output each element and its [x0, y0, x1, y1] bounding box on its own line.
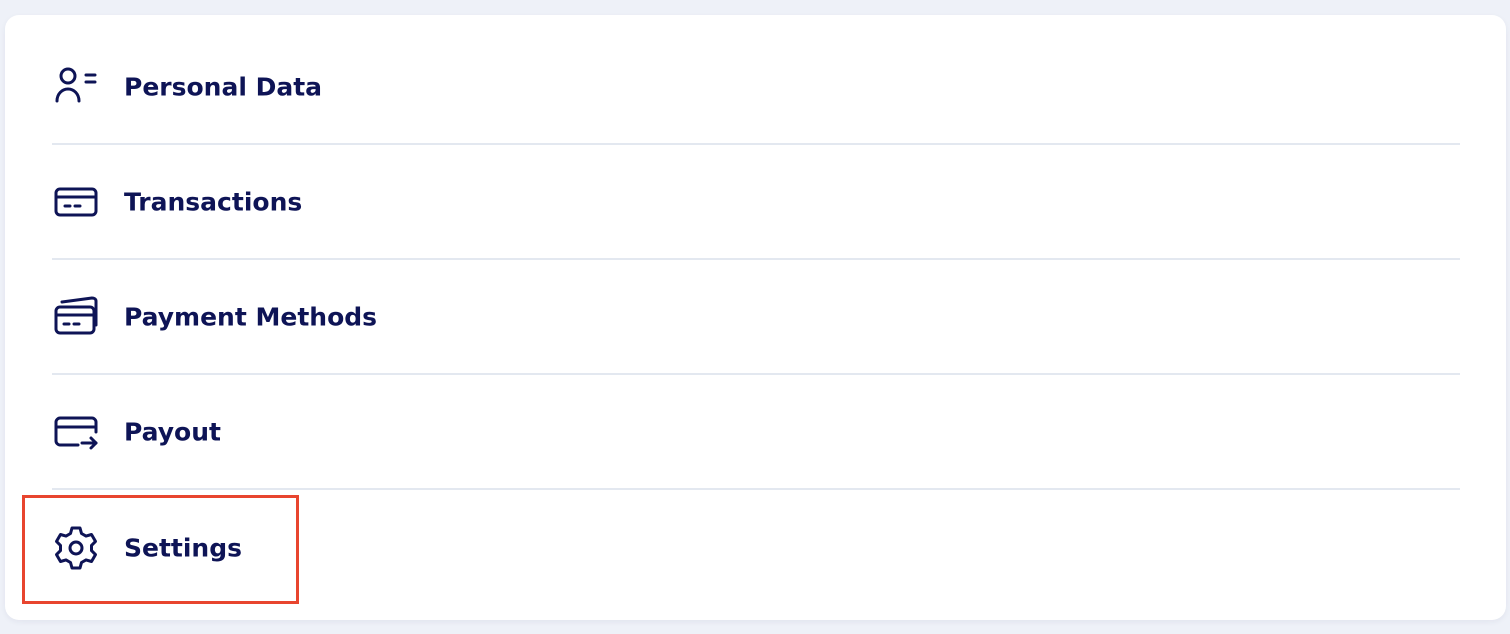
card-transfer-icon	[52, 408, 100, 456]
menu-item-settings[interactable]: Settings	[52, 490, 1460, 605]
menu-item-label: Personal Data	[124, 72, 323, 101]
menu-item-payment-methods[interactable]: Payment Methods	[52, 260, 1460, 375]
gear-icon	[52, 524, 100, 572]
card-icon	[52, 178, 100, 226]
menu-item-personal-data[interactable]: Personal Data	[52, 30, 1460, 145]
account-menu: Personal Data Transactions Payment Metho…	[52, 30, 1460, 605]
cards-stack-icon	[52, 293, 100, 341]
user-list-icon	[52, 63, 100, 111]
menu-item-payout[interactable]: Payout	[52, 375, 1460, 490]
menu-item-transactions[interactable]: Transactions	[52, 145, 1460, 260]
menu-item-label: Payout	[124, 417, 221, 446]
menu-item-label: Transactions	[124, 187, 303, 216]
menu-item-label: Payment Methods	[124, 302, 378, 331]
account-menu-card: Personal Data Transactions Payment Metho…	[5, 15, 1506, 620]
menu-item-label: Settings	[124, 533, 243, 562]
